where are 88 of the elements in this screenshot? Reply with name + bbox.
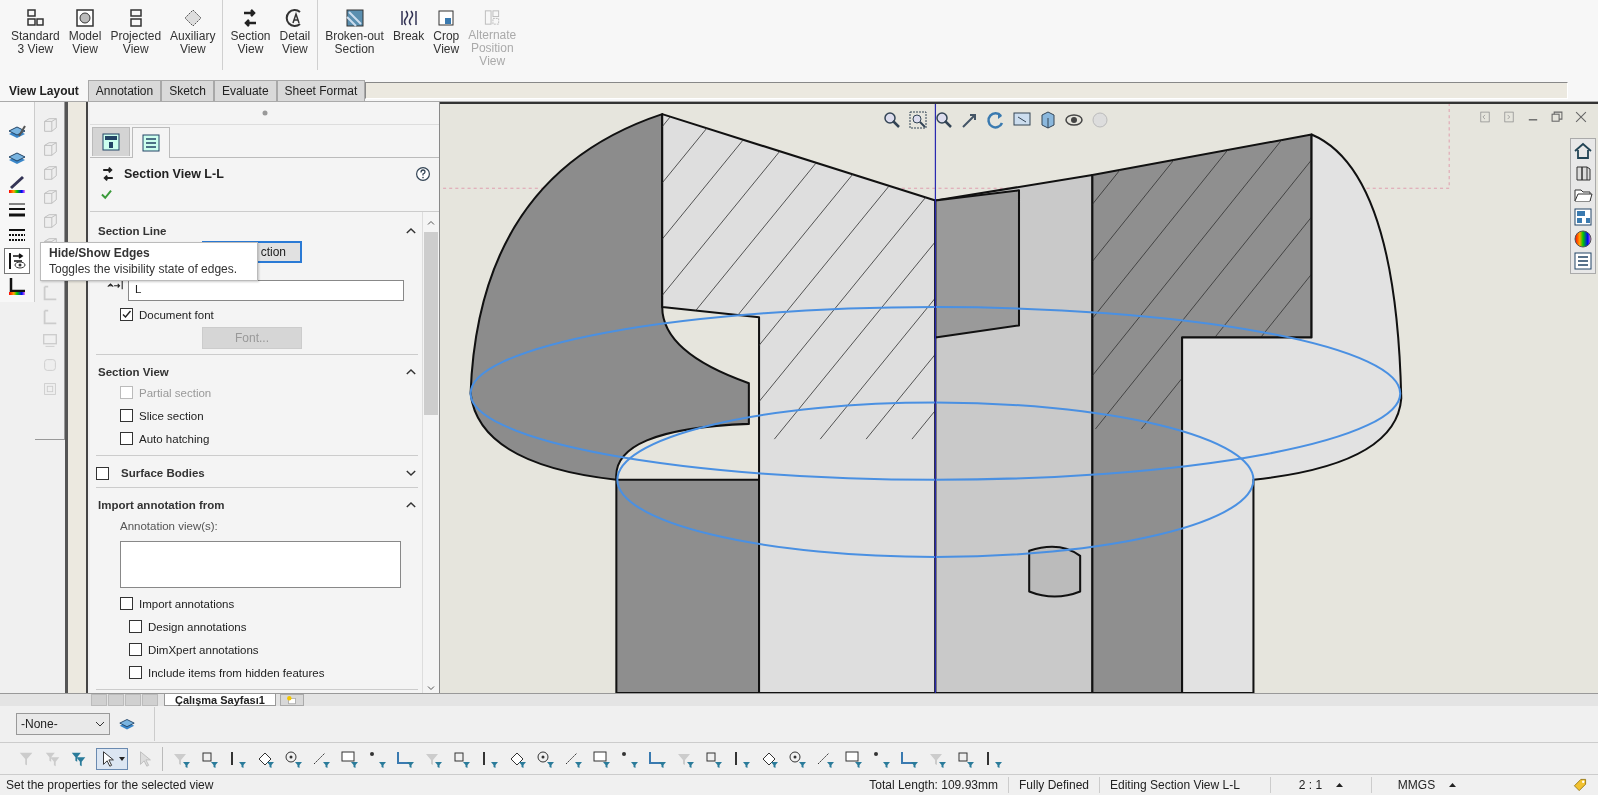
status-message: Set the properties for the selected view <box>6 778 215 792</box>
checkbox-label: Partial section <box>139 386 212 399</box>
hide-show-edges-icon[interactable] <box>5 249 29 273</box>
select-tool-button[interactable] <box>96 747 128 770</box>
tooltip-title: Hide/Show Edges <box>49 246 151 260</box>
checkbox[interactable] <box>129 643 142 656</box>
section-title[interactable]: Surface Bodies <box>119 467 394 479</box>
command-tab[interactable]: Evaluate <box>213 80 277 101</box>
checkbox-label: Slice section <box>139 409 204 422</box>
restore-icon[interactable] <box>1550 110 1564 124</box>
annotation-views-list[interactable] <box>120 541 401 588</box>
section-title[interactable]: Section View <box>96 366 394 378</box>
add-sheet-icon <box>286 695 298 706</box>
ok-check-icon[interactable] <box>100 188 113 201</box>
section-title[interactable]: Section Line <box>96 225 394 237</box>
ribbon-button[interactable]: Broken-out Section <box>322 6 387 70</box>
cube-icon[interactable] <box>1038 110 1058 130</box>
ribbon-button[interactable]: Auxiliary View <box>167 6 219 70</box>
checkbox[interactable] <box>120 308 133 321</box>
checkbox-label: Import annotations <box>139 597 235 610</box>
three-views-icon <box>25 8 46 28</box>
crop-view-icon <box>436 8 457 28</box>
ribbon-button[interactable]: Projected View <box>107 6 165 70</box>
checkbox[interactable] <box>96 466 109 480</box>
command-tab[interactable]: Sketch <box>161 80 214 101</box>
checkbox[interactable] <box>129 620 142 633</box>
break-icon <box>398 8 419 28</box>
status-field[interactable]: 2 : 1 <box>1298 778 1323 792</box>
home-icon[interactable] <box>1573 141 1593 161</box>
selection-filter-icon[interactable] <box>283 748 303 769</box>
feature-tree-icon <box>101 132 121 152</box>
selection-filter-icon[interactable] <box>535 748 555 769</box>
checkbox[interactable] <box>120 432 133 445</box>
line-thickness-icon[interactable] <box>7 200 27 220</box>
panel-tab[interactable] <box>132 127 170 158</box>
ribbon-button[interactable]: Crop View <box>430 6 463 70</box>
grip-icon[interactable] <box>261 110 268 116</box>
view-palette-icon[interactable] <box>1573 207 1593 227</box>
selection-filter-icon[interactable] <box>787 748 807 769</box>
checkbox[interactable] <box>129 666 142 679</box>
help-icon[interactable] <box>415 166 431 182</box>
checkbox[interactable] <box>120 409 133 422</box>
caret-icon <box>95 721 105 727</box>
section-arrows-icon <box>100 166 116 182</box>
ribbon-button[interactable]: Model View <box>65 6 105 70</box>
label-input-field[interactable]: L <box>128 280 404 301</box>
ribbon-button[interactable]: Section View <box>227 6 274 70</box>
command-tab[interactable]: Annotation <box>87 80 162 101</box>
scrollbar-thumb[interactable] <box>424 232 438 415</box>
broken-out-section-icon <box>344 8 365 28</box>
axis-color-icon[interactable] <box>7 276 27 296</box>
zoom-to-fit-icon[interactable] <box>882 110 902 130</box>
status-field[interactable]: MMGS <box>1397 778 1436 792</box>
ribbon-button[interactable]: Break <box>389 6 428 70</box>
panel-tab[interactable] <box>92 127 130 156</box>
checkbox-label: Document font <box>139 308 214 321</box>
ribbon-button[interactable]: Standard 3 View <box>8 6 63 70</box>
caption: Annotation view(s): <box>120 519 218 532</box>
checkbox[interactable] <box>120 597 133 610</box>
ribbon-button[interactable]: Detail View <box>276 6 314 70</box>
sheet-tab[interactable]: Çalışma Sayfası1 <box>164 694 276 706</box>
menu-caret-icon[interactable] <box>1449 783 1457 787</box>
property-list-icon <box>141 133 161 153</box>
status-field: Editing Section View L-L <box>1110 778 1240 792</box>
tag-icon[interactable] <box>1572 777 1588 793</box>
close-icon[interactable] <box>1574 110 1588 124</box>
layer-dropdown[interactable]: -None- <box>16 713 110 735</box>
properties-list-icon[interactable] <box>1573 251 1593 271</box>
parts-library-icon[interactable] <box>1573 163 1593 183</box>
status-field: Total Length: 109.93mm <box>869 778 998 792</box>
status-field: Fully Defined <box>1018 778 1089 792</box>
section-title[interactable]: Import annotation from <box>96 499 394 511</box>
brush-color-icon[interactable] <box>7 174 27 194</box>
checkbox-label: DimXpert annotations <box>148 643 259 656</box>
rotate-icon[interactable] <box>986 110 1006 130</box>
checkbox-label: Include items from hidden features <box>148 666 325 679</box>
model-view-icon <box>75 8 96 28</box>
checkbox-label: Design annotations <box>148 620 247 633</box>
color-wheel-icon[interactable] <box>1573 229 1593 249</box>
tooltip-text: Toggles the visibility state of edges. <box>49 262 239 276</box>
menu-caret-icon[interactable] <box>1336 783 1344 787</box>
auxiliary-view-icon <box>182 8 203 28</box>
checkbox-label: Auto hatching <box>139 432 210 445</box>
command-tab[interactable]: Sheet Format <box>276 80 366 101</box>
zoom-area-icon[interactable] <box>908 110 928 130</box>
panel-title: Section View L-L <box>124 167 225 181</box>
zoom-icon[interactable] <box>934 110 954 130</box>
caret-icon <box>119 756 125 761</box>
